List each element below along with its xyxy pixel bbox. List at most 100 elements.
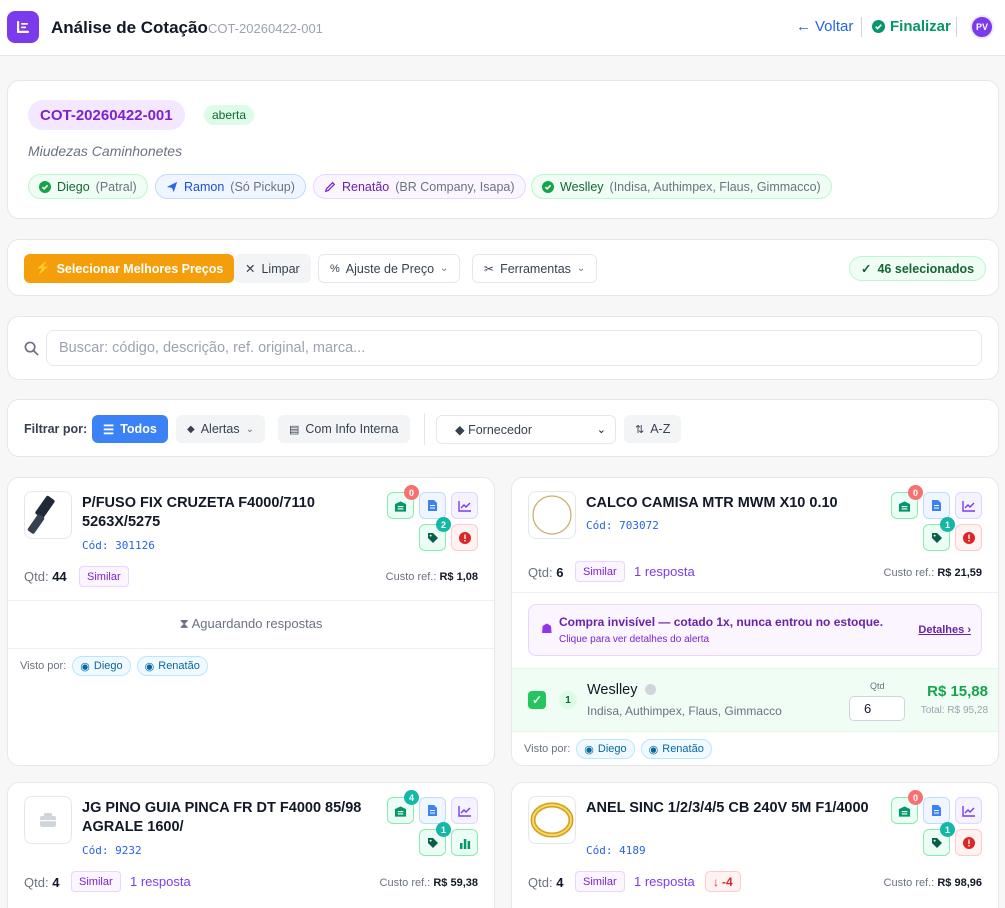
- tools-icon: ✂: [484, 261, 495, 276]
- document-button[interactable]: [923, 797, 950, 824]
- chevron-down-icon: ⌄: [576, 263, 586, 274]
- offer-total: Total: R$ 95,28: [920, 705, 988, 716]
- stock-count-badge: 4: [404, 790, 419, 805]
- selected-count-label: 46 selecionados: [877, 261, 975, 276]
- stock-button[interactable]: 0: [891, 790, 923, 824]
- page-title: Análise de Cotação: [51, 18, 208, 37]
- alert-subtitle: Clique para ver detalhes do alerta: [559, 634, 710, 645]
- percent-icon: %: [330, 262, 340, 275]
- eye-icon: ◉: [584, 743, 594, 756]
- search-input[interactable]: [46, 330, 982, 366]
- alert-button[interactable]: [451, 524, 478, 551]
- stock-button[interactable]: 0: [387, 485, 419, 519]
- responses-link[interactable]: 1 resposta: [130, 874, 191, 889]
- document-button[interactable]: [923, 492, 950, 519]
- supplier-chip-renatao[interactable]: Renatão (BR Company, Isapa): [313, 174, 526, 199]
- supplier-companies: (BR Company, Isapa): [395, 179, 515, 194]
- alert-details-link[interactable]: Detalhes ›: [918, 624, 971, 636]
- reference-cost: Custo ref.: R$ 59,38: [380, 877, 478, 889]
- divider: [956, 17, 957, 37]
- finalize-button[interactable]: Finalizar: [872, 18, 951, 35]
- supplier-select-value: ◆ Fornecedor: [455, 423, 533, 437]
- sort-button[interactable]: ⇅ A-Z: [624, 415, 682, 443]
- lightning-icon: ⚡: [35, 261, 51, 275]
- hourglass-icon: ⧗: [179, 616, 189, 631]
- price-adjust-dropdown[interactable]: % Ajuste de Preço ⌄: [318, 254, 461, 283]
- document-button[interactable]: [419, 492, 446, 519]
- viewer-name: Renatão: [158, 660, 200, 672]
- price-count-badge: 1: [940, 822, 955, 837]
- filter-alerts-label: Alertas: [200, 422, 240, 436]
- supplier-companies: (Só Pickup): [230, 179, 295, 194]
- alert-button[interactable]: [955, 829, 982, 856]
- similar-tag: Similar: [575, 561, 625, 582]
- seen-by: Visto por: ◉ Diego ◉ Renatão: [524, 739, 712, 759]
- top-bar: Análise de Cotação COT-20260422-001 ← Vo…: [0, 0, 1005, 56]
- filter-all-button[interactable]: ☰ Todos: [92, 415, 168, 443]
- finalize-label: Finalizar: [890, 18, 951, 35]
- ghost-icon: ☗: [541, 621, 553, 636]
- price-count-badge: 1: [436, 822, 451, 837]
- product-title: CALCO CAMISA MTR MWM X10 0.10: [586, 495, 838, 511]
- quantity-value: 4: [52, 875, 60, 890]
- price-tag-button[interactable]: 1: [923, 822, 955, 856]
- stock-button[interactable]: 0: [891, 485, 923, 519]
- quantity-label: Qtd:: [24, 875, 49, 890]
- filter-panel: Filtrar por: ☰ Todos ◆ Alertas ⌄ ▤ Com I…: [7, 399, 999, 457]
- select-best-prices-button[interactable]: ⚡ Selecionar Melhores Preços: [24, 254, 235, 283]
- clear-button[interactable]: ✕ Limpar: [234, 254, 311, 283]
- supplier-select[interactable]: ◆ Fornecedor ⌄: [436, 415, 616, 444]
- supplier-chip-weslley[interactable]: Weslley (Indisa, Authimpex, Flaus, Gimma…: [531, 174, 832, 199]
- price-adjust-label: Ajuste de Preço: [345, 261, 435, 276]
- document-button[interactable]: [419, 797, 446, 824]
- bar-chart-button[interactable]: [451, 829, 478, 856]
- product-title: P/FUSO FIX CRUZETA F4000/7110 5263X/5275: [82, 495, 315, 530]
- arrow-left-icon: ←: [796, 18, 811, 35]
- trend-chart-icon: [457, 805, 471, 817]
- alert-banner[interactable]: ☗ Compra invisível — cotado 1x, nunca en…: [528, 604, 982, 656]
- stock-button[interactable]: 4: [387, 790, 419, 824]
- cost-value: R$ 21,59: [937, 567, 982, 579]
- info-icon[interactable]: [645, 684, 656, 695]
- document-icon: [932, 500, 941, 511]
- select-best-prices-label: Selecionar Melhores Preços: [56, 261, 224, 276]
- offer-checkbox[interactable]: ✓: [528, 691, 546, 709]
- chart-button[interactable]: [451, 797, 478, 824]
- filter-internal-info-button[interactable]: ▤ Com Info Interna: [278, 415, 410, 443]
- chevron-down-icon: ⌄: [245, 423, 254, 435]
- warehouse-icon: [898, 805, 911, 817]
- offer-qty-label: Qtd: [870, 681, 885, 691]
- app-logo[interactable]: [7, 11, 39, 43]
- price-tag-button[interactable]: 1: [923, 517, 955, 551]
- offer-qty-input[interactable]: [849, 696, 905, 721]
- tools-dropdown[interactable]: ✂ Ferramentas ⌄: [472, 254, 598, 283]
- similar-tag: Similar: [79, 566, 129, 587]
- back-button[interactable]: ← Voltar: [796, 18, 853, 35]
- product-card: ANEL SINC 1/2/3/4/5 CB 240V 5M F1/4000 C…: [511, 782, 999, 908]
- quantity-label: Qtd:: [24, 569, 49, 584]
- responses-link[interactable]: 1 resposta: [634, 564, 695, 579]
- price-tag-button[interactable]: 1: [419, 822, 451, 856]
- alert-icon: [962, 531, 975, 544]
- viewer-name: Diego: [597, 743, 627, 755]
- chart-button[interactable]: [955, 492, 982, 519]
- user-avatar[interactable]: PV: [970, 15, 994, 39]
- viewer-name: Diego: [93, 660, 123, 672]
- selected-count-badge: ✓ 46 selecionados: [849, 256, 987, 281]
- chart-button[interactable]: [451, 492, 478, 519]
- filter-alerts-button[interactable]: ◆ Alertas ⌄: [176, 415, 265, 443]
- viewer-pill: ◉ Renatão: [640, 739, 712, 759]
- seen-by-label: Visto por:: [20, 660, 67, 672]
- supplier-chip-diego[interactable]: Diego (Patral): [28, 174, 148, 199]
- viewer-name: Renatão: [662, 743, 704, 755]
- quantity: Qtd: 4: [24, 875, 59, 890]
- chart-button[interactable]: [955, 797, 982, 824]
- tag-icon: ◆: [187, 423, 195, 435]
- supplier-chip-ramon[interactable]: Ramon (Só Pickup): [155, 174, 306, 199]
- clear-label: Limpar: [261, 261, 300, 276]
- alert-button[interactable]: [955, 524, 982, 551]
- price-tag-button[interactable]: 2: [419, 517, 451, 551]
- responses-link[interactable]: 1 resposta: [634, 874, 695, 889]
- warehouse-icon: [898, 500, 911, 512]
- divider: [8, 648, 494, 649]
